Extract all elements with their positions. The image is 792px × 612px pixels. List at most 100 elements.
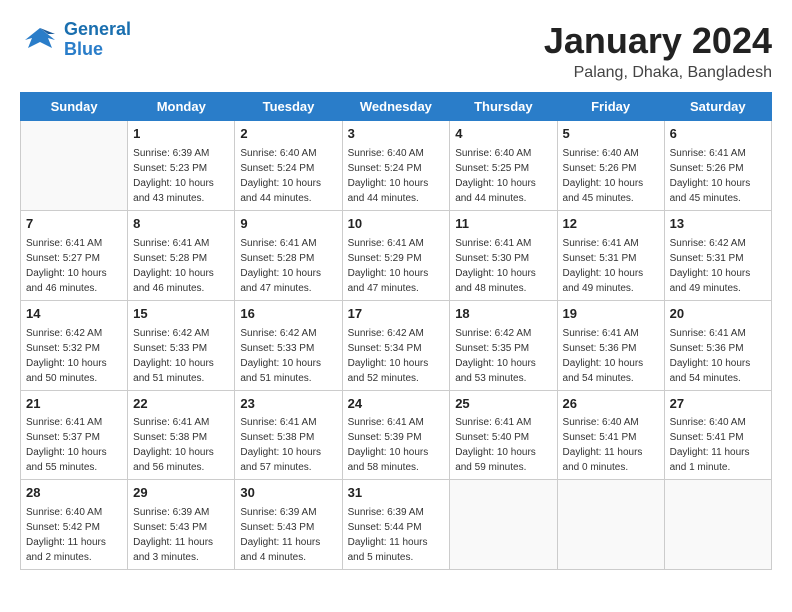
- day-detail: Sunrise: 6:39 AM Sunset: 5:23 PM Dayligh…: [133, 146, 229, 206]
- day-of-week-header: Wednesday: [342, 93, 450, 121]
- day-detail: Sunrise: 6:40 AM Sunset: 5:25 PM Dayligh…: [455, 146, 551, 206]
- calendar-header-row: SundayMondayTuesdayWednesdayThursdayFrid…: [21, 93, 772, 121]
- day-number: 9: [240, 215, 336, 234]
- day-number: 22: [133, 395, 229, 414]
- day-of-week-header: Friday: [557, 93, 664, 121]
- calendar-cell: 30 Sunrise: 6:39 AM Sunset: 5:43 PM Dayli…: [235, 480, 342, 570]
- day-detail: Sunrise: 6:41 AM Sunset: 5:27 PM Dayligh…: [26, 236, 122, 296]
- calendar-cell: 23Sunrise: 6:41 AM Sunset: 5:38 PM Dayli…: [235, 390, 342, 480]
- calendar-cell: 15 Sunrise: 6:42 AM Sunset: 5:33 PM Dayli…: [128, 300, 235, 390]
- day-number: 31: [348, 484, 445, 503]
- day-number: 25: [455, 395, 551, 414]
- day-detail: Sunrise: 6:41 AM Sunset: 5:29 PM Dayligh…: [348, 236, 445, 296]
- day-detail: Sunrise: 6:39 AM Sunset: 5:43 PM Dayligh…: [240, 505, 336, 565]
- day-number: 15: [133, 305, 229, 324]
- calendar-cell: 21Sunrise: 6:41 AM Sunset: 5:37 PM Dayli…: [21, 390, 128, 480]
- day-of-week-header: Saturday: [664, 93, 771, 121]
- calendar-cell: 2 Sunrise: 6:40 AM Sunset: 5:24 PM Daylig…: [235, 121, 342, 211]
- day-detail: Sunrise: 6:40 AM Sunset: 5:24 PM Dayligh…: [240, 146, 336, 206]
- calendar-week-row: 28 Sunrise: 6:40 AM Sunset: 5:42 PM Dayli…: [21, 480, 772, 570]
- day-detail: Sunrise: 6:42 AM Sunset: 5:32 PM Dayligh…: [26, 326, 122, 386]
- location-subtitle: Palang, Dhaka, Bangladesh: [544, 64, 772, 82]
- day-detail: Sunrise: 6:42 AM Sunset: 5:33 PM Dayligh…: [240, 326, 336, 386]
- day-detail: Sunrise: 6:41 AM Sunset: 5:39 PM Dayligh…: [348, 415, 445, 475]
- day-detail: Sunrise: 6:41 AM Sunset: 5:38 PM Dayligh…: [240, 415, 336, 475]
- calendar-cell: 1 Sunrise: 6:39 AM Sunset: 5:23 PM Daylig…: [128, 121, 235, 211]
- calendar-cell: 17 Sunrise: 6:42 AM Sunset: 5:34 PM Dayli…: [342, 300, 450, 390]
- day-number: 7: [26, 215, 122, 234]
- title-block: January 2024 Palang, Dhaka, Bangladesh: [544, 20, 772, 82]
- day-number: 6: [670, 125, 766, 144]
- day-number: 4: [455, 125, 551, 144]
- calendar-cell: 5Sunrise: 6:40 AM Sunset: 5:26 PM Daylig…: [557, 121, 664, 211]
- calendar-week-row: 7 Sunrise: 6:41 AM Sunset: 5:27 PM Daylig…: [21, 210, 772, 300]
- calendar-cell: 8 Sunrise: 6:41 AM Sunset: 5:28 PM Daylig…: [128, 210, 235, 300]
- calendar-week-row: 21Sunrise: 6:41 AM Sunset: 5:37 PM Dayli…: [21, 390, 772, 480]
- logo-text: General Blue: [64, 20, 131, 60]
- calendar-cell: 16Sunrise: 6:42 AM Sunset: 5:33 PM Dayli…: [235, 300, 342, 390]
- day-detail: Sunrise: 6:40 AM Sunset: 5:24 PM Dayligh…: [348, 146, 445, 206]
- calendar-cell: 4 Sunrise: 6:40 AM Sunset: 5:25 PM Daylig…: [450, 121, 557, 211]
- day-number: 19: [563, 305, 659, 324]
- day-number: 20: [670, 305, 766, 324]
- day-detail: Sunrise: 6:41 AM Sunset: 5:36 PM Dayligh…: [670, 326, 766, 386]
- calendar-cell: 13Sunrise: 6:42 AM Sunset: 5:31 PM Dayli…: [664, 210, 771, 300]
- day-detail: Sunrise: 6:39 AM Sunset: 5:44 PM Dayligh…: [348, 505, 445, 565]
- day-number: 28: [26, 484, 122, 503]
- calendar-cell: [21, 121, 128, 211]
- day-number: 3: [348, 125, 445, 144]
- day-detail: Sunrise: 6:42 AM Sunset: 5:33 PM Dayligh…: [133, 326, 229, 386]
- day-detail: Sunrise: 6:41 AM Sunset: 5:36 PM Dayligh…: [563, 326, 659, 386]
- day-detail: Sunrise: 6:41 AM Sunset: 5:28 PM Dayligh…: [240, 236, 336, 296]
- calendar-table: SundayMondayTuesdayWednesdayThursdayFrid…: [20, 92, 772, 570]
- calendar-cell: 11Sunrise: 6:41 AM Sunset: 5:30 PM Dayli…: [450, 210, 557, 300]
- calendar-cell: 9 Sunrise: 6:41 AM Sunset: 5:28 PM Daylig…: [235, 210, 342, 300]
- calendar-cell: 7 Sunrise: 6:41 AM Sunset: 5:27 PM Daylig…: [21, 210, 128, 300]
- day-detail: Sunrise: 6:41 AM Sunset: 5:31 PM Dayligh…: [563, 236, 659, 296]
- day-detail: Sunrise: 6:41 AM Sunset: 5:40 PM Dayligh…: [455, 415, 551, 475]
- day-detail: Sunrise: 6:42 AM Sunset: 5:31 PM Dayligh…: [670, 236, 766, 296]
- day-detail: Sunrise: 6:39 AM Sunset: 5:43 PM Dayligh…: [133, 505, 229, 565]
- day-number: 18: [455, 305, 551, 324]
- day-detail: Sunrise: 6:41 AM Sunset: 5:37 PM Dayligh…: [26, 415, 122, 475]
- day-number: 29: [133, 484, 229, 503]
- day-number: 27: [670, 395, 766, 414]
- day-detail: Sunrise: 6:40 AM Sunset: 5:41 PM Dayligh…: [670, 415, 766, 475]
- day-detail: Sunrise: 6:41 AM Sunset: 5:26 PM Dayligh…: [670, 146, 766, 206]
- calendar-cell: [450, 480, 557, 570]
- day-number: 23: [240, 395, 336, 414]
- calendar-cell: 19 Sunrise: 6:41 AM Sunset: 5:36 PM Dayli…: [557, 300, 664, 390]
- logo: General Blue: [20, 20, 131, 60]
- day-detail: Sunrise: 6:40 AM Sunset: 5:26 PM Dayligh…: [563, 146, 659, 206]
- logo-icon: [20, 20, 60, 60]
- day-of-week-header: Tuesday: [235, 93, 342, 121]
- day-number: 30: [240, 484, 336, 503]
- day-of-week-header: Monday: [128, 93, 235, 121]
- calendar-cell: 29 Sunrise: 6:39 AM Sunset: 5:43 PM Dayli…: [128, 480, 235, 570]
- calendar-cell: 27Sunrise: 6:40 AM Sunset: 5:41 PM Dayli…: [664, 390, 771, 480]
- day-detail: Sunrise: 6:41 AM Sunset: 5:30 PM Dayligh…: [455, 236, 551, 296]
- calendar-cell: 18 Sunrise: 6:42 AM Sunset: 5:35 PM Dayli…: [450, 300, 557, 390]
- page-header: General Blue January 2024 Palang, Dhaka,…: [20, 20, 772, 82]
- day-number: 21: [26, 395, 122, 414]
- day-of-week-header: Sunday: [21, 93, 128, 121]
- day-detail: Sunrise: 6:42 AM Sunset: 5:34 PM Dayligh…: [348, 326, 445, 386]
- day-number: 8: [133, 215, 229, 234]
- calendar-cell: 12Sunrise: 6:41 AM Sunset: 5:31 PM Dayli…: [557, 210, 664, 300]
- day-detail: Sunrise: 6:41 AM Sunset: 5:28 PM Dayligh…: [133, 236, 229, 296]
- day-number: 1: [133, 125, 229, 144]
- day-detail: Sunrise: 6:40 AM Sunset: 5:42 PM Dayligh…: [26, 505, 122, 565]
- calendar-cell: 25Sunrise: 6:41 AM Sunset: 5:40 PM Dayli…: [450, 390, 557, 480]
- day-detail: Sunrise: 6:42 AM Sunset: 5:35 PM Dayligh…: [455, 326, 551, 386]
- calendar-cell: 3 Sunrise: 6:40 AM Sunset: 5:24 PM Daylig…: [342, 121, 450, 211]
- calendar-week-row: 1 Sunrise: 6:39 AM Sunset: 5:23 PM Daylig…: [21, 121, 772, 211]
- calendar-cell: 24Sunrise: 6:41 AM Sunset: 5:39 PM Dayli…: [342, 390, 450, 480]
- calendar-cell: [557, 480, 664, 570]
- day-number: 24: [348, 395, 445, 414]
- day-number: 17: [348, 305, 445, 324]
- day-number: 2: [240, 125, 336, 144]
- day-of-week-header: Thursday: [450, 93, 557, 121]
- calendar-cell: 14 Sunrise: 6:42 AM Sunset: 5:32 PM Dayli…: [21, 300, 128, 390]
- calendar-cell: 6 Sunrise: 6:41 AM Sunset: 5:26 PM Daylig…: [664, 121, 771, 211]
- day-number: 14: [26, 305, 122, 324]
